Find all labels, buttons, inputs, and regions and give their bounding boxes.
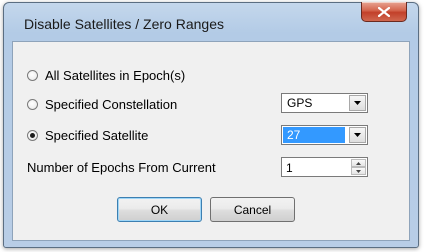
chevron-down-icon <box>354 101 361 105</box>
close-button[interactable] <box>361 2 407 22</box>
satellite-dropdown[interactable]: 27 <box>281 125 368 145</box>
ok-button[interactable]: OK <box>117 197 202 222</box>
cancel-button[interactable]: Cancel <box>210 197 295 222</box>
radio-all-satellites[interactable]: All Satellites in Epoch(s) <box>27 67 185 83</box>
close-icon <box>378 6 390 17</box>
constellation-value: GPS <box>287 96 313 110</box>
spin-down-icon <box>356 169 361 173</box>
constellation-dropdown-button[interactable] <box>349 95 366 111</box>
radio-button[interactable] <box>27 129 38 141</box>
radio-label: Specified Satellite <box>45 127 149 143</box>
radio-label: All Satellites in Epoch(s) <box>45 67 186 83</box>
dialog-window: Disable Satellites / Zero Ranges All Sat… <box>3 2 419 248</box>
chevron-down-icon <box>354 133 361 137</box>
title-bar[interactable]: Disable Satellites / Zero Ranges <box>4 2 418 41</box>
radio-label: Specified Constellation <box>45 96 178 112</box>
spinner-buttons <box>351 159 366 175</box>
radio-button[interactable] <box>27 98 38 110</box>
spin-down-button[interactable] <box>351 167 366 175</box>
epochs-spinner[interactable]: 1 <box>281 157 368 177</box>
window-title: Disable Satellites / Zero Ranges <box>24 16 224 32</box>
constellation-dropdown[interactable]: GPS <box>281 93 368 113</box>
radio-button[interactable] <box>27 69 38 81</box>
satellite-value: 27 <box>283 127 345 143</box>
epochs-label: Number of Epochs From Current <box>27 160 216 175</box>
dialog-client-area: All Satellites in Epoch(s) Specified Con… <box>12 41 410 241</box>
spin-up-button[interactable] <box>351 159 366 167</box>
radio-specified-satellite[interactable]: Specified Satellite <box>27 127 148 143</box>
satellite-dropdown-button[interactable] <box>349 127 366 143</box>
epochs-value[interactable]: 1 <box>286 160 293 176</box>
spin-up-icon <box>356 161 361 165</box>
radio-specified-constellation[interactable]: Specified Constellation <box>27 96 177 112</box>
